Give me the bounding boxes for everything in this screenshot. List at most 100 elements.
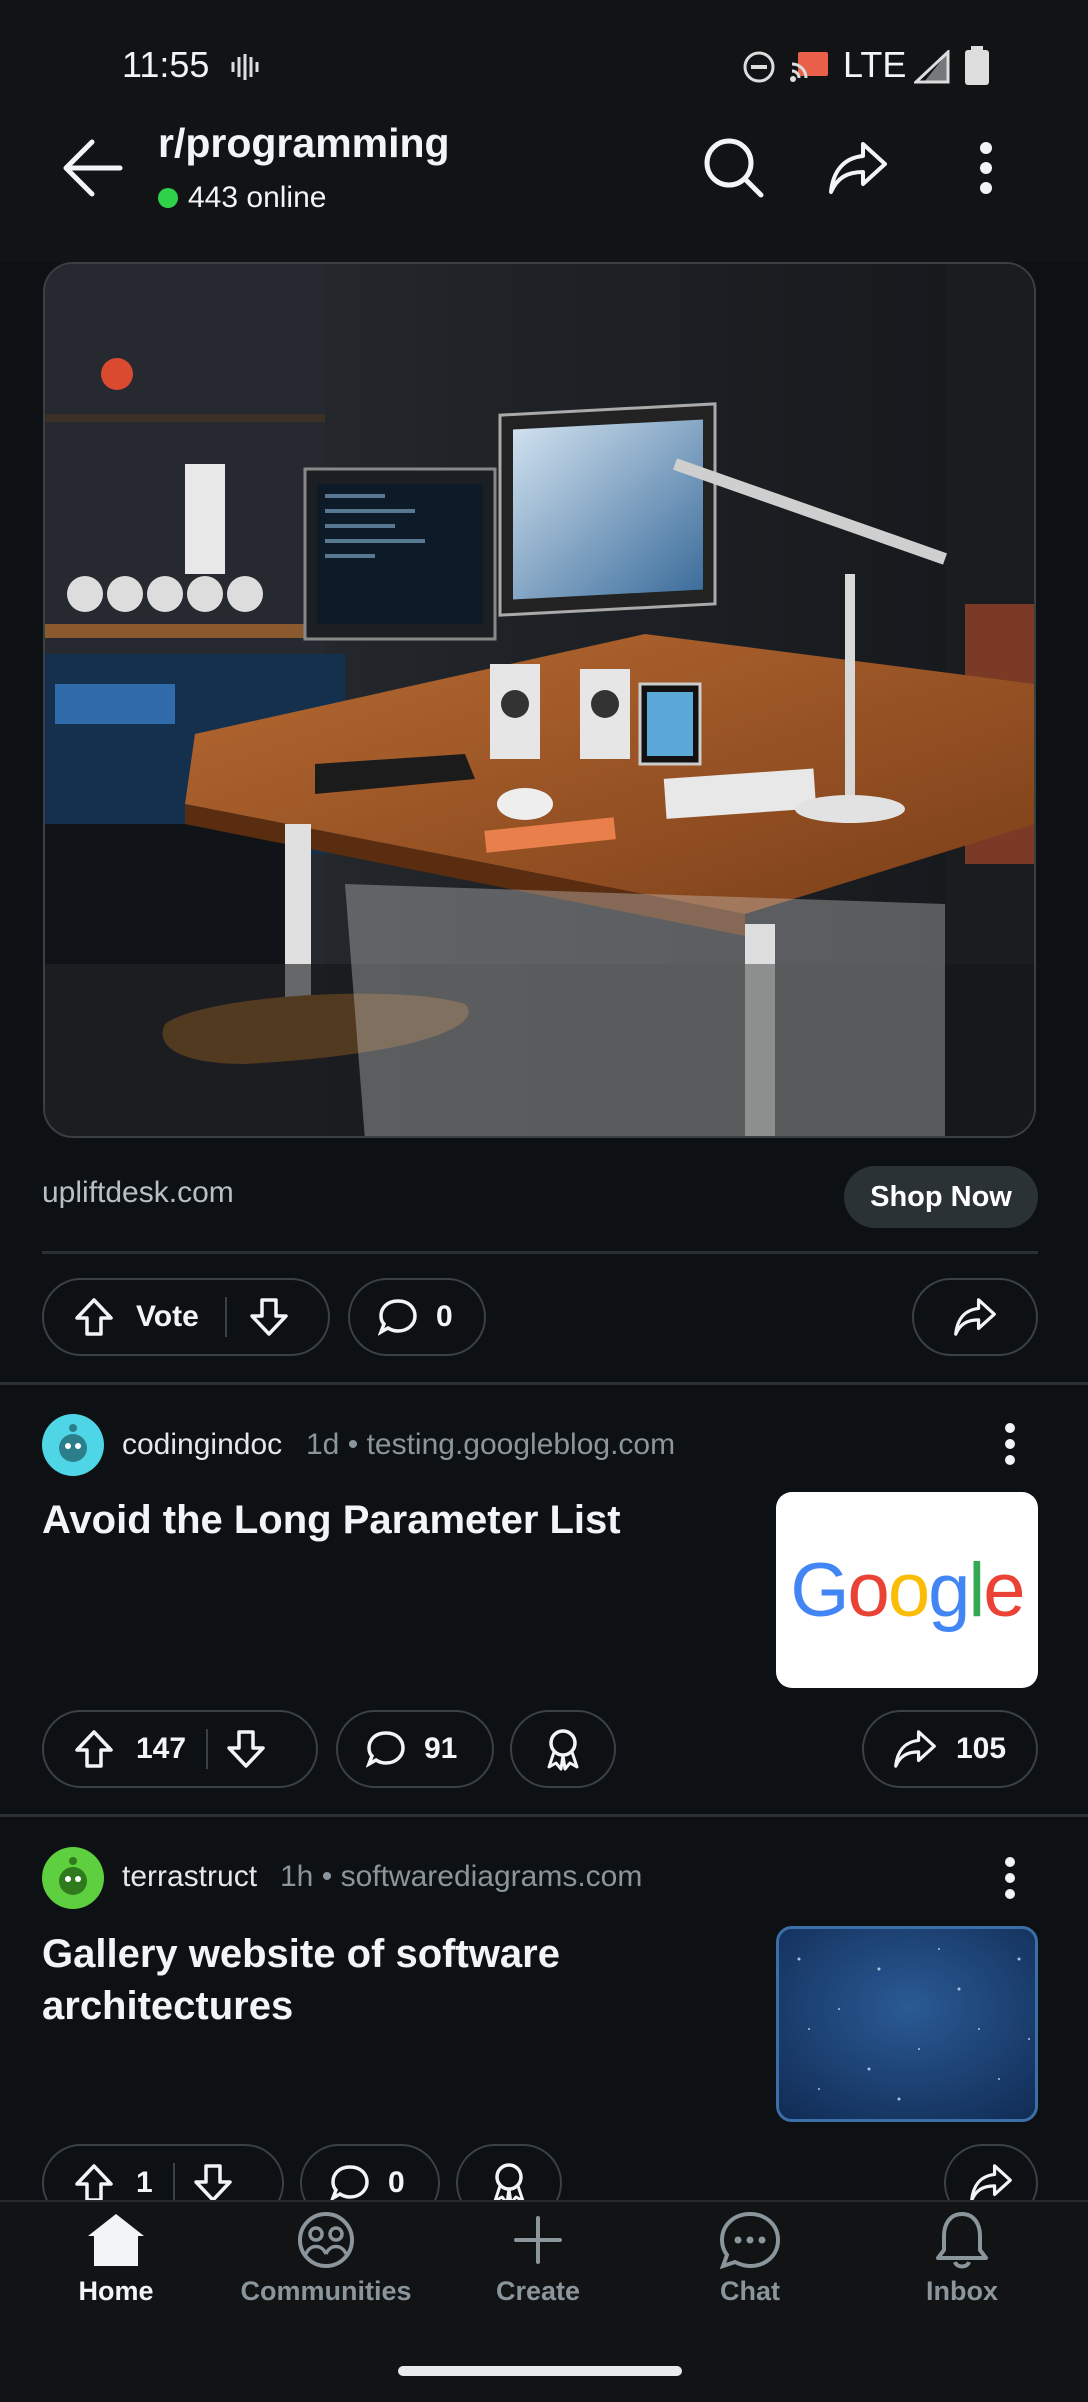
post-thumbnail[interactable]: Google xyxy=(776,1492,1038,1688)
upvote-icon xyxy=(75,2164,113,2202)
home-indicator[interactable] xyxy=(398,2366,682,2376)
nav-create[interactable]: Create xyxy=(438,2210,638,2307)
downvote-button[interactable] xyxy=(193,2163,233,2203)
post-meta: 1d • testing.googleblog.com xyxy=(306,1428,675,1462)
post-age: 1d xyxy=(306,1428,340,1461)
ad-domain-link[interactable]: upliftdesk.com xyxy=(42,1176,234,1210)
avatar[interactable] xyxy=(42,1414,104,1476)
award-icon xyxy=(493,2163,525,2205)
post-author[interactable]: terrastruct xyxy=(122,1860,257,1894)
ad-share-button[interactable] xyxy=(912,1278,1038,1356)
kebab-icon xyxy=(980,142,992,194)
vibrate-icon xyxy=(231,54,259,80)
upvote-button[interactable] xyxy=(74,1729,114,1769)
share-count: 105 xyxy=(956,1732,1007,1765)
post-share-button[interactable]: 105 xyxy=(862,1710,1038,1788)
post-domain[interactable]: softwarediagrams.com xyxy=(341,1860,643,1893)
divider xyxy=(42,1251,1038,1254)
nav-home[interactable]: Home xyxy=(16,2210,216,2307)
post-options-button[interactable] xyxy=(990,1414,1030,1474)
vote-separator xyxy=(172,2163,175,2203)
arrow-left-icon xyxy=(63,139,123,197)
vote-separator xyxy=(206,1729,209,1769)
home-icon xyxy=(88,2214,144,2266)
vote-separator xyxy=(224,1297,227,1337)
avatar[interactable] xyxy=(42,1847,104,1909)
dnd-icon xyxy=(743,51,775,83)
post-options-button[interactable] xyxy=(990,1848,1030,1908)
divider xyxy=(0,1382,1088,1385)
kebab-icon xyxy=(1005,1423,1015,1465)
post-title[interactable]: Avoid the Long Parameter List xyxy=(42,1494,742,1546)
downvote-button[interactable] xyxy=(226,1729,266,1769)
upvote-icon xyxy=(75,1298,113,1336)
downvote-icon xyxy=(193,2164,232,2202)
vote-label: Vote xyxy=(136,1300,199,1333)
comment-icon xyxy=(330,2165,369,2202)
post-vote-pill: 147 xyxy=(42,1710,318,1788)
signal-icon xyxy=(914,50,950,84)
post-domain[interactable]: testing.googleblog.com xyxy=(367,1428,676,1461)
comment-count: 91 xyxy=(424,1732,458,1765)
meta-dot: • xyxy=(347,1428,367,1461)
share-icon xyxy=(970,2164,1012,2202)
chat-icon xyxy=(719,2211,781,2270)
post-age: 1h xyxy=(280,1860,314,1893)
snoo-avatar-icon xyxy=(59,1857,87,1895)
nav-communities[interactable]: Communities xyxy=(226,2210,426,2307)
share-icon xyxy=(829,142,887,194)
downvote-icon xyxy=(250,1298,288,1336)
back-button[interactable] xyxy=(52,128,132,208)
upvote-button[interactable] xyxy=(74,1297,114,1337)
desk-photo xyxy=(45,264,1034,1136)
share-button[interactable] xyxy=(818,128,898,208)
nav-chat-label: Chat xyxy=(720,2276,780,2306)
plus-icon xyxy=(514,2216,562,2264)
vote-count: 147 xyxy=(136,1732,187,1765)
divider xyxy=(0,1814,1088,1817)
share-icon xyxy=(954,1298,996,1336)
nav-chat[interactable]: Chat xyxy=(650,2210,850,2307)
google-logo: Google xyxy=(790,1547,1025,1633)
more-options-button[interactable] xyxy=(946,128,1026,208)
post-thumbnail[interactable] xyxy=(776,1926,1038,2122)
meta-dot: • xyxy=(321,1860,341,1893)
network-type: LTE xyxy=(843,44,907,85)
comment-icon xyxy=(378,1299,417,1336)
post-meta: 1h • softwarediagrams.com xyxy=(280,1860,642,1894)
nav-inbox-label: Inbox xyxy=(926,2276,998,2306)
kebab-icon xyxy=(1005,1857,1015,1899)
nav-inbox[interactable]: Inbox xyxy=(862,2210,1062,2307)
status-time: 11:55 xyxy=(122,44,210,85)
post-comments-button[interactable]: 91 xyxy=(336,1710,494,1788)
vote-count: 1 xyxy=(136,2166,153,2199)
online-count: 443 online xyxy=(158,181,326,215)
upvote-button[interactable] xyxy=(74,2163,114,2203)
award-button[interactable] xyxy=(510,1710,616,1788)
online-dot-icon xyxy=(158,188,178,208)
ad-comments-button[interactable]: 0 xyxy=(348,1278,486,1356)
nav-create-label: Create xyxy=(495,2276,581,2306)
downvote-button[interactable] xyxy=(249,1297,289,1337)
subreddit-title[interactable]: r/programming xyxy=(158,120,450,167)
battery-icon xyxy=(965,46,989,85)
shop-now-button[interactable]: Shop Now xyxy=(844,1166,1038,1228)
upvote-icon xyxy=(75,1730,113,1768)
cast-icon xyxy=(790,52,828,82)
award-icon xyxy=(547,1729,579,1771)
post-author[interactable]: codingindoc xyxy=(122,1428,282,1462)
bell-icon xyxy=(936,2212,988,2269)
search-icon xyxy=(704,138,764,198)
comment-count: 0 xyxy=(436,1300,453,1333)
communities-icon xyxy=(298,2212,354,2268)
ad-image[interactable] xyxy=(43,262,1036,1138)
nav-communities-label: Communities xyxy=(240,2276,412,2306)
post-title[interactable]: Gallery website of software architecture… xyxy=(42,1928,742,2032)
snoo-avatar-icon xyxy=(59,1424,87,1462)
online-count-label: 443 online xyxy=(188,181,327,214)
nav-home-label: Home xyxy=(78,2276,154,2306)
search-button[interactable] xyxy=(694,128,774,208)
comment-icon xyxy=(366,1731,405,1768)
downvote-icon xyxy=(227,1730,265,1768)
share-icon xyxy=(894,1730,936,1768)
